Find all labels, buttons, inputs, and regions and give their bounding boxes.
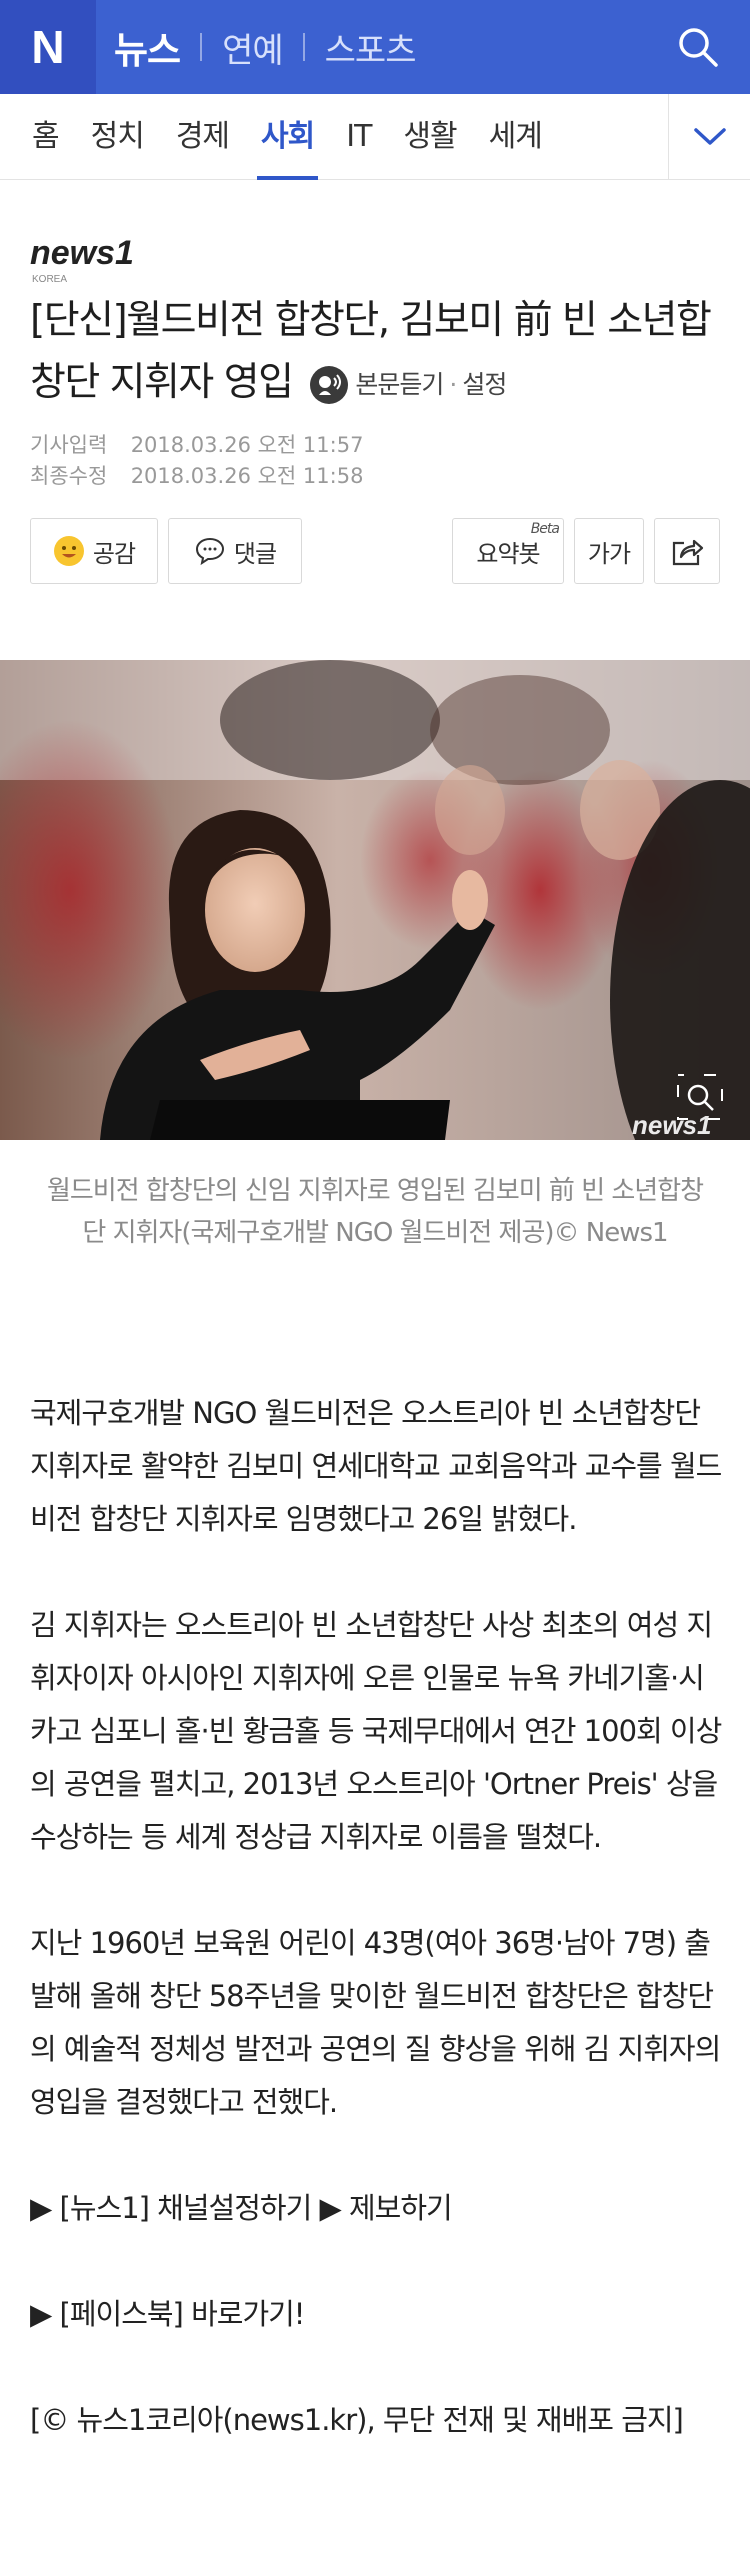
- summary-bot-button[interactable]: 요약봇 Beta: [452, 518, 564, 584]
- photo-watermark: news1: [632, 1110, 712, 1140]
- naver-logo-letter: N: [31, 21, 65, 73]
- tab-life[interactable]: 생활: [403, 94, 457, 180]
- like-label: 공감: [92, 539, 136, 568]
- date-modified: 최종수정 2018.03.26 오전 11:58: [30, 461, 363, 492]
- article-photo[interactable]: news1: [0, 660, 750, 1140]
- smile-icon: [53, 536, 84, 566]
- comment-bubble-icon: [195, 537, 224, 566]
- article-action-bar: 공감 댓글 요약봇 Beta 가가: [30, 518, 720, 584]
- photo-caption: 월드비전 합창단의 신임 지휘자로 영입된 김보미 前 빈 소년합창단 지휘자(…: [46, 1176, 704, 1248]
- tts-controls: 본문듣기 · 설정: [309, 354, 507, 416]
- tts-settings-label[interactable]: 설정: [462, 354, 507, 416]
- press-logo-subtext: KOREA: [32, 274, 67, 285]
- more-tabs-button[interactable]: [668, 94, 750, 180]
- comment-button[interactable]: 댓글: [168, 518, 302, 584]
- chevron-down-icon: [693, 128, 726, 145]
- tab-economy[interactable]: 경제: [176, 94, 230, 180]
- section-nav: 뉴스 연예 스포츠: [96, 0, 416, 94]
- nav-sports[interactable]: 스포츠: [325, 23, 417, 72]
- article-body: 국제구호개발 NGO 월드비전은 오스트리아 빈 소년합창단 지휘자로 활약한 …: [30, 1387, 725, 2447]
- channel-links[interactable]: ▶ [뉴스1] 채널설정하기 ▶ 제보하기: [30, 2182, 725, 2235]
- tts-icon[interactable]: [309, 365, 349, 405]
- body-paragraph: 국제구호개발 NGO 월드비전은 오스트리아 빈 소년합창단 지휘자로 활약한 …: [30, 1396, 722, 1536]
- body-paragraph: 김 지휘자는 오스트리아 빈 소년합창단 사상 최초의 여성 지휘자이자 아시아…: [30, 1608, 722, 1854]
- nav-news[interactable]: 뉴스: [114, 20, 181, 74]
- share-button[interactable]: [654, 518, 720, 584]
- tab-world[interactable]: 세계: [489, 94, 543, 180]
- date-published-value: 2018.03.26 오전 11:57: [130, 433, 364, 457]
- tts-separator: ·: [449, 369, 457, 399]
- date-published-label: 기사입력: [30, 433, 108, 457]
- font-size-button[interactable]: 가가: [574, 518, 644, 584]
- search-icon: [679, 28, 718, 67]
- category-tabs: 홈 정치 경제 사회 IT 생활 세계: [0, 94, 750, 180]
- date-modified-label: 최종수정: [30, 464, 108, 488]
- facebook-link[interactable]: ▶ [페이스북] 바로가기!: [30, 2288, 725, 2341]
- copyright-notice: [© 뉴스1코리아(news1.kr), 무단 전재 및 재배포 금지]: [30, 2403, 684, 2437]
- press-logo-text: news1: [30, 234, 134, 272]
- summary-beta-badge: Beta: [530, 521, 560, 537]
- tab-politics[interactable]: 정치: [91, 94, 145, 180]
- article-dates: 기사입력 2018.03.26 오전 11:57 최종수정 2018.03.26…: [30, 430, 363, 492]
- summary-label: 요약봇: [476, 539, 540, 568]
- comment-label: 댓글: [233, 539, 277, 568]
- article-title: [단신]월드비전 합창단, 김보미 前 빈 소년합창단 지휘자 영입 본문듣기 …: [30, 290, 720, 416]
- body-paragraph: 지난 1960년 보육원 어린이 43명(여아 36명·남아 7명) 출발해 올…: [30, 1926, 721, 2119]
- tab-society[interactable]: 사회: [257, 94, 319, 180]
- press-logo[interactable]: news1 KOREA: [30, 230, 190, 286]
- tts-label[interactable]: 본문듣기: [355, 354, 444, 416]
- top-header: N 뉴스 연예 스포츠: [0, 0, 750, 94]
- nav-entertainment[interactable]: 연예: [222, 23, 284, 72]
- date-published: 기사입력 2018.03.26 오전 11:57: [30, 430, 363, 461]
- search-button[interactable]: [676, 25, 720, 69]
- naver-logo[interactable]: N: [0, 0, 96, 94]
- nav-divider: [302, 33, 305, 61]
- like-button[interactable]: 공감: [30, 518, 158, 584]
- share-icon: [672, 539, 704, 566]
- tab-it[interactable]: IT: [346, 94, 372, 180]
- photo-image: news1: [0, 660, 750, 1140]
- tab-home[interactable]: 홈: [32, 94, 60, 180]
- nav-divider: [200, 33, 203, 61]
- date-modified-value: 2018.03.26 오전 11:58: [130, 464, 364, 488]
- font-size-label: 가가: [587, 539, 631, 568]
